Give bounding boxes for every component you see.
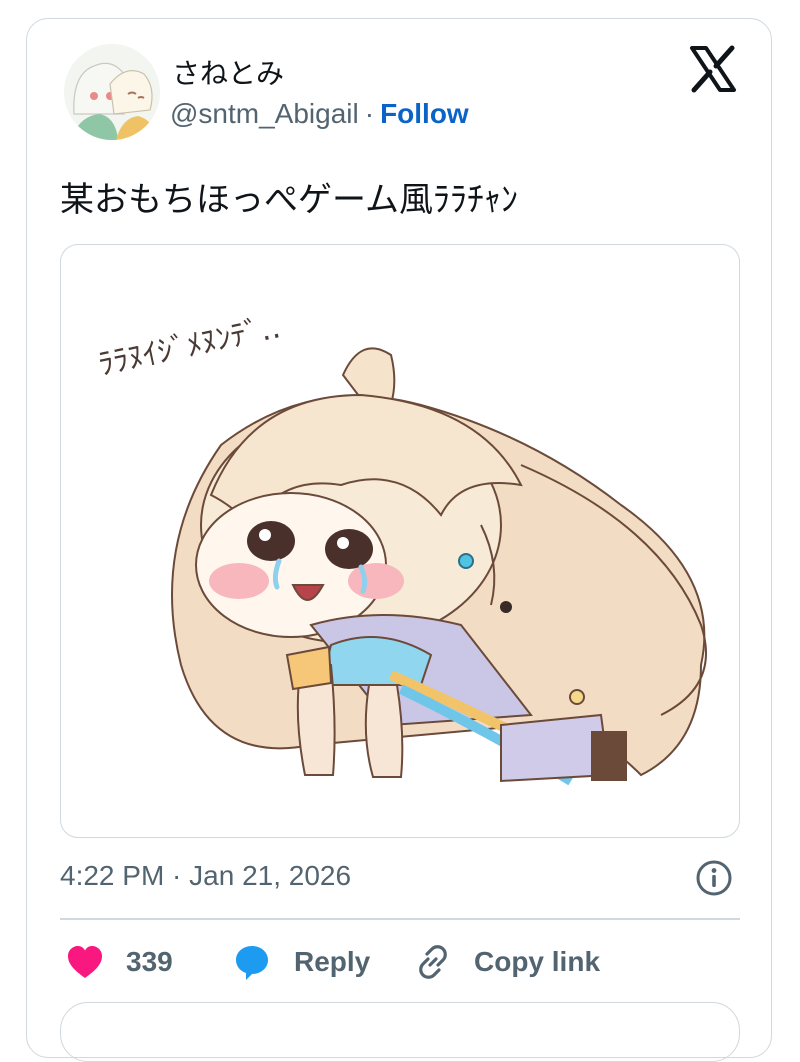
copy-link-label: Copy link xyxy=(474,946,601,977)
separator-dot: · xyxy=(364,98,375,129)
reply-label: Reply xyxy=(294,946,371,977)
follow-button[interactable]: Follow xyxy=(380,98,469,129)
author-display-name[interactable]: さねとみ xyxy=(172,52,284,92)
like-button[interactable]: 339 xyxy=(66,940,173,984)
author-avatar[interactable] xyxy=(64,44,160,140)
image-caption: ﾗﾗﾇｲｼﾞﾒﾇﾝﾃﾞ‥ xyxy=(95,310,283,383)
like-count: 339 xyxy=(126,946,173,977)
copy-link-button[interactable]: Copy link xyxy=(414,940,600,984)
reply-button[interactable]: Reply xyxy=(232,940,370,984)
heart-icon xyxy=(68,946,102,978)
tweet-image[interactable]: ﾗﾗﾇｲｼﾞﾒﾇﾝﾃﾞ‥ xyxy=(60,244,740,838)
tweet-text: 某おもちほっぺゲーム風ﾗﾗﾁｬﾝ xyxy=(60,180,518,220)
tweet-timestamp[interactable]: 4:22 PM · Jan 21, 2026 xyxy=(60,860,351,892)
chibi-character-illustration: ﾗﾗﾇｲｼﾞﾒﾇﾝﾃﾞ‥ xyxy=(95,310,707,786)
author-handle-row: @sntm_Abigail · Follow xyxy=(170,98,469,130)
divider xyxy=(60,918,740,920)
avatar-illustration xyxy=(64,44,160,140)
read-replies-button[interactable] xyxy=(60,1002,740,1062)
reply-bubble-icon xyxy=(236,946,268,980)
info-icon[interactable] xyxy=(694,858,734,898)
author-handle[interactable]: @sntm_Abigail xyxy=(170,98,359,129)
link-icon xyxy=(419,945,447,979)
x-logo-icon[interactable] xyxy=(688,44,738,94)
